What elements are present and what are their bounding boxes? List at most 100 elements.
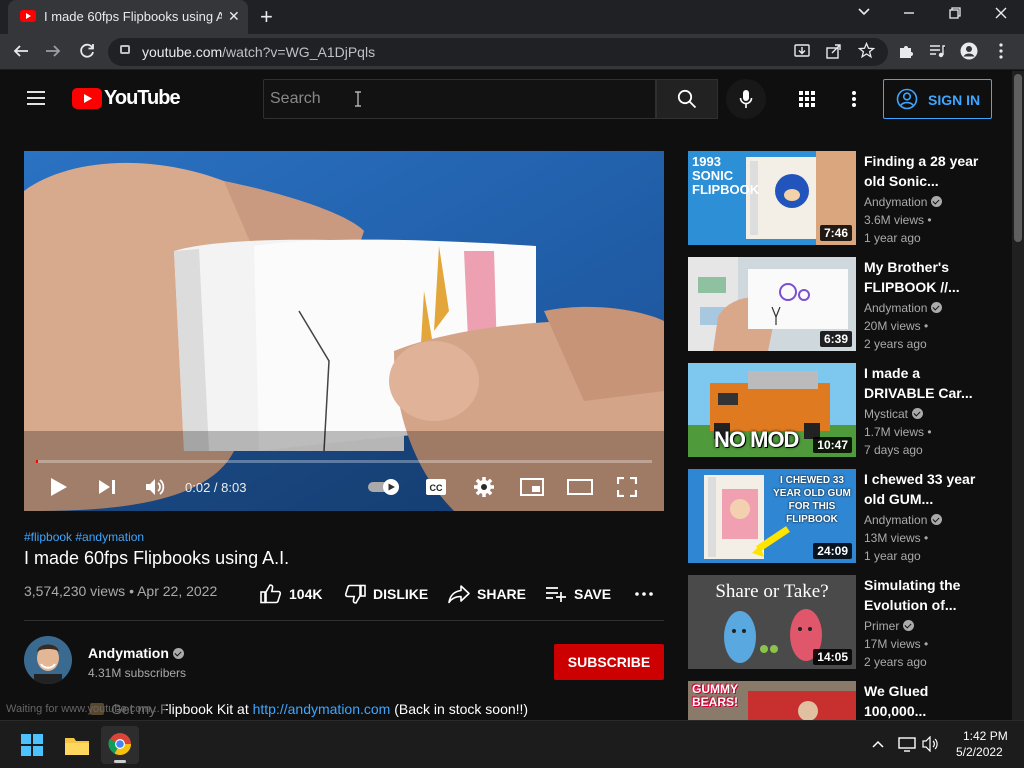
speaker-volume-icon[interactable] bbox=[922, 736, 940, 752]
url-field[interactable]: youtube.com/watch?v=WG_A1DjPqls bbox=[108, 38, 888, 66]
channel-name-row[interactable]: Andymation bbox=[88, 645, 184, 661]
video-player[interactable]: 0:02 / 8:03 CC bbox=[24, 151, 664, 511]
recommendation-item[interactable]: 6:39 My Brother's FLIPBOOK //... Andymat… bbox=[688, 257, 988, 351]
verified-badge-icon bbox=[912, 408, 924, 419]
thumbs-up-icon bbox=[260, 584, 282, 604]
restore-icon[interactable] bbox=[948, 6, 962, 20]
settings-more-icon[interactable] bbox=[851, 90, 857, 108]
section-divider bbox=[24, 620, 664, 621]
subtitles-icon[interactable]: CC bbox=[425, 478, 447, 496]
youtube-logo[interactable]: YouTube bbox=[72, 87, 181, 111]
subscribe-button[interactable]: SUBSCRIBE bbox=[554, 644, 664, 680]
recommendation-channel[interactable]: Andymation bbox=[864, 195, 927, 209]
dislike-button[interactable]: DISLIKE bbox=[344, 584, 428, 604]
recommendation-thumbnail[interactable]: GUMMY BEARS! bbox=[688, 681, 856, 720]
recommendation-channel-row[interactable]: Andymation bbox=[864, 195, 943, 209]
recommendation-age: 2 years ago bbox=[864, 337, 927, 351]
sign-in-label: SIGN IN bbox=[928, 92, 981, 108]
chrome-icon bbox=[108, 733, 131, 755]
save-button[interactable]: SAVE bbox=[545, 584, 611, 604]
volume-icon[interactable] bbox=[145, 478, 165, 496]
like-button[interactable]: 104K bbox=[260, 584, 322, 604]
next-video-icon[interactable] bbox=[98, 479, 116, 495]
recommendation-title[interactable]: I chewed 33 year old GUM... bbox=[864, 469, 982, 509]
settings-gear-icon[interactable] bbox=[473, 476, 495, 498]
search-input[interactable] bbox=[270, 88, 650, 110]
profile-icon[interactable] bbox=[960, 42, 978, 60]
taskbar-clock-time[interactable]: 1:42 PM bbox=[963, 729, 1008, 743]
windows-start-icon[interactable] bbox=[21, 734, 43, 756]
recommendation-item[interactable]: NO MOD 10:47 I made a DRIVABLE Car... My… bbox=[688, 363, 988, 457]
network-icon[interactable] bbox=[898, 736, 916, 752]
autoplay-toggle-icon[interactable] bbox=[367, 477, 401, 497]
recommendation-thumbnail[interactable]: 1993 SONIC FLIPBOOK 7:46 bbox=[688, 151, 856, 245]
browser-tab[interactable]: I made 60fps Flipbooks using A.I. ✕ bbox=[8, 0, 248, 34]
recommendation-item[interactable]: 1993 SONIC FLIPBOOK 7:46 Finding a 28 ye… bbox=[688, 151, 988, 245]
recommendation-title[interactable]: We Glued 100,000... bbox=[864, 681, 982, 720]
hamburger-menu-icon[interactable] bbox=[26, 90, 46, 106]
recommendation-channel-row[interactable]: Andymation bbox=[864, 301, 943, 315]
forward-arrow-icon[interactable] bbox=[44, 42, 62, 60]
verified-badge-icon bbox=[931, 514, 943, 525]
video-frame-image bbox=[24, 151, 664, 511]
play-icon[interactable] bbox=[50, 477, 68, 497]
recommendation-channel[interactable]: Mysticat bbox=[864, 407, 908, 421]
recommendation-item[interactable]: I CHEWED 33 YEAR OLD GUM FOR THIS FLIPBO… bbox=[688, 469, 988, 563]
recommendation-title[interactable]: Finding a 28 year old Sonic... bbox=[864, 151, 982, 191]
more-actions-icon[interactable] bbox=[635, 592, 653, 596]
install-app-icon[interactable] bbox=[794, 43, 810, 59]
share-page-icon[interactable] bbox=[826, 43, 842, 59]
miniplayer-icon[interactable] bbox=[520, 478, 544, 496]
scrollbar-thumb[interactable] bbox=[1014, 74, 1022, 242]
file-explorer-icon[interactable] bbox=[64, 734, 90, 756]
theater-mode-icon[interactable] bbox=[567, 479, 593, 495]
recommendation-channel[interactable]: Andymation bbox=[864, 301, 927, 315]
apps-grid-icon[interactable] bbox=[798, 90, 816, 108]
share-button[interactable]: SHARE bbox=[448, 584, 526, 604]
recommendation-title[interactable]: My Brother's FLIPBOOK //... bbox=[864, 257, 982, 297]
tab-search-icon[interactable] bbox=[857, 4, 871, 18]
andymation-link[interactable]: http://andymation.com bbox=[253, 701, 391, 717]
search-button[interactable] bbox=[656, 79, 718, 119]
thumbnail-caption: I CHEWED 33 YEAR OLD GUM FOR THIS FLIPBO… bbox=[773, 475, 851, 525]
video-stats: 3,574,230 views • Apr 22, 2022 bbox=[24, 583, 218, 599]
recommendation-item[interactable]: Share or Take? 14:05 Simulating the Evol… bbox=[688, 575, 988, 669]
extensions-puzzle-icon[interactable] bbox=[898, 43, 914, 59]
browser-menu-icon[interactable] bbox=[998, 43, 1004, 59]
verified-badge-icon bbox=[931, 196, 943, 207]
hashtag-links[interactable]: #flipbook #andymation bbox=[24, 530, 144, 544]
recommendation-age: 1 year ago bbox=[864, 231, 921, 245]
recommendation-thumbnail[interactable]: I CHEWED 33 YEAR OLD GUM FOR THIS FLIPBO… bbox=[688, 469, 856, 563]
recommendation-title[interactable]: I made a DRIVABLE Car... bbox=[864, 363, 982, 403]
chrome-taskbar-button[interactable] bbox=[101, 726, 139, 764]
progress-bar[interactable] bbox=[36, 460, 652, 463]
recommendation-channel-row[interactable]: Mysticat bbox=[864, 407, 924, 421]
recommendation-item[interactable]: GUMMY BEARS! We Glued 100,000... bbox=[688, 681, 988, 720]
recommendation-thumbnail[interactable]: NO MOD 10:47 bbox=[688, 363, 856, 457]
show-hidden-icons-chevron-icon[interactable] bbox=[872, 739, 884, 749]
recommendation-title[interactable]: Simulating the Evolution of... bbox=[864, 575, 982, 615]
new-tab-button[interactable]: + bbox=[260, 4, 273, 30]
media-controls-icon[interactable] bbox=[929, 43, 945, 59]
voice-search-button[interactable] bbox=[726, 79, 766, 119]
sign-in-button[interactable]: SIGN IN bbox=[883, 79, 992, 119]
minimize-icon[interactable] bbox=[902, 6, 916, 20]
recommendation-thumbnail[interactable]: Share or Take? 14:05 bbox=[688, 575, 856, 669]
back-arrow-icon[interactable] bbox=[12, 42, 30, 60]
text-cursor-icon bbox=[354, 91, 361, 107]
recommendation-channel-row[interactable]: Andymation bbox=[864, 513, 943, 527]
search-box[interactable] bbox=[263, 79, 656, 119]
recommendation-thumbnail[interactable]: 6:39 bbox=[688, 257, 856, 351]
lock-icon[interactable] bbox=[120, 45, 130, 54]
tab-close-icon[interactable]: ✕ bbox=[228, 8, 240, 25]
recommendation-channel-row[interactable]: Primer bbox=[864, 619, 915, 633]
recommendation-channel[interactable]: Primer bbox=[864, 619, 899, 633]
channel-name[interactable]: Andymation bbox=[88, 645, 169, 661]
taskbar-clock-date[interactable]: 5/2/2022 bbox=[956, 745, 1003, 759]
reload-icon[interactable] bbox=[78, 42, 96, 60]
recommendation-channel[interactable]: Andymation bbox=[864, 513, 927, 527]
channel-avatar[interactable] bbox=[24, 636, 72, 684]
bookmark-star-icon[interactable] bbox=[858, 42, 875, 59]
window-close-icon[interactable] bbox=[994, 6, 1008, 20]
fullscreen-icon[interactable] bbox=[617, 477, 637, 497]
